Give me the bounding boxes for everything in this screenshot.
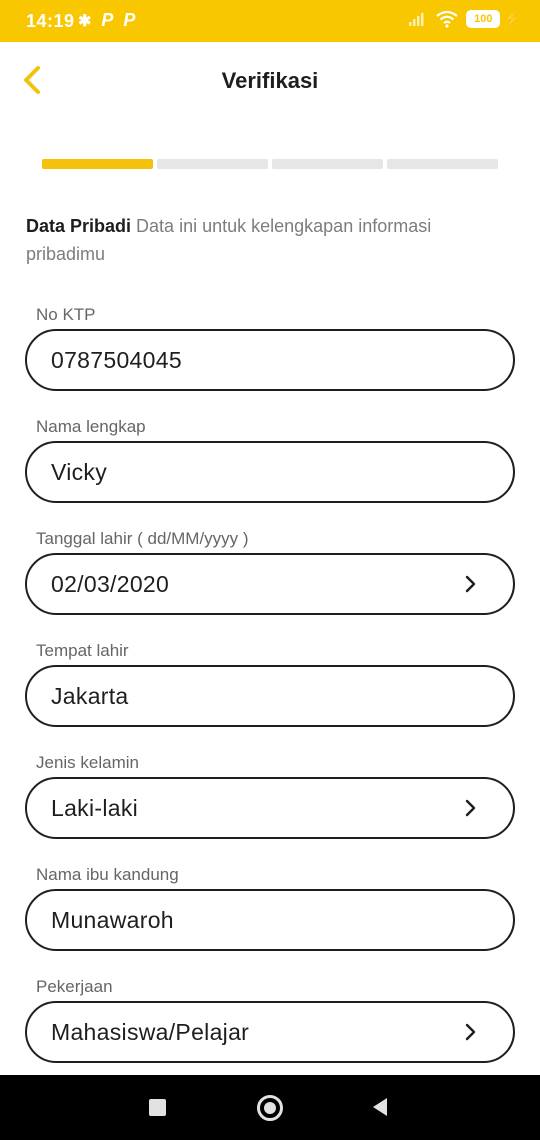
progress-step-3 [272,159,383,169]
ktp-input[interactable]: 0787504045 [25,329,515,391]
birth-date-value: 02/03/2020 [51,571,170,597]
status-right-icons: 100 ⚡ [408,10,522,28]
charging-icon: ⚡ [503,11,522,28]
section-title: Data Pribadi [26,216,132,236]
chevron-right-icon [465,1023,476,1041]
bluetooth-icon: ✱ [78,12,92,30]
recent-apps-icon[interactable] [149,1099,166,1116]
home-icon-dot [264,1102,276,1114]
system-nav-bar [0,1075,540,1140]
mother-name-input[interactable]: Munawaroh [25,889,515,951]
ktp-label: No KTP [36,305,96,324]
full-name-value: Vicky [51,459,108,485]
parking-app-icon: P [101,10,114,30]
ktp-value: 0787504045 [51,347,182,373]
section-intro: Data Pribadi Data ini untuk kelengkapan … [26,212,506,268]
occupation-value: Mahasiswa/Pelajar [51,1019,250,1045]
signal-icon [409,13,424,26]
chevron-right-icon [465,799,476,817]
wifi-icon [436,10,458,28]
occupation-label: Pekerjaan [36,977,113,996]
birth-place-label: Tempat lahir [36,641,129,660]
status-time: 14:19 [26,11,75,31]
app-bar: Verifikasi [0,42,540,120]
page-title: Verifikasi [221,68,319,93]
progress-step-4 [387,159,498,169]
progress-step-2 [157,159,268,169]
gender-label: Jenis kelamin [36,753,139,772]
battery-icon: 100 ⚡ [466,10,522,28]
birth-place-value: Jakarta [51,683,129,709]
gender-value: Laki-laki [51,795,139,821]
full-name-input[interactable]: Vicky [25,441,515,503]
birth-date-picker[interactable]: 02/03/2020 [25,553,515,615]
back-icon[interactable] [371,1097,389,1117]
battery-level: 100 [466,10,501,28]
full-name-label: Nama lengkap [36,417,146,436]
status-left-icons: ✱ P P [78,10,135,31]
birth-date-label: Tanggal lahir ( dd/MM/yyyy ) [36,529,249,548]
mother-name-label: Nama ibu kandung [36,865,179,884]
parking-app-icon: P [123,10,136,30]
chevron-right-icon [465,575,476,593]
gender-select[interactable]: Laki-laki [25,777,515,839]
mother-name-value: Munawaroh [51,907,174,933]
status-bar: 14:19 ✱ P P 100 ⚡ [0,0,540,42]
step-progress [42,159,498,169]
home-icon[interactable] [257,1095,283,1121]
occupation-select[interactable]: Mahasiswa/Pelajar [25,1001,515,1063]
progress-step-1 [42,159,153,169]
birth-place-input[interactable]: Jakarta [25,665,515,727]
